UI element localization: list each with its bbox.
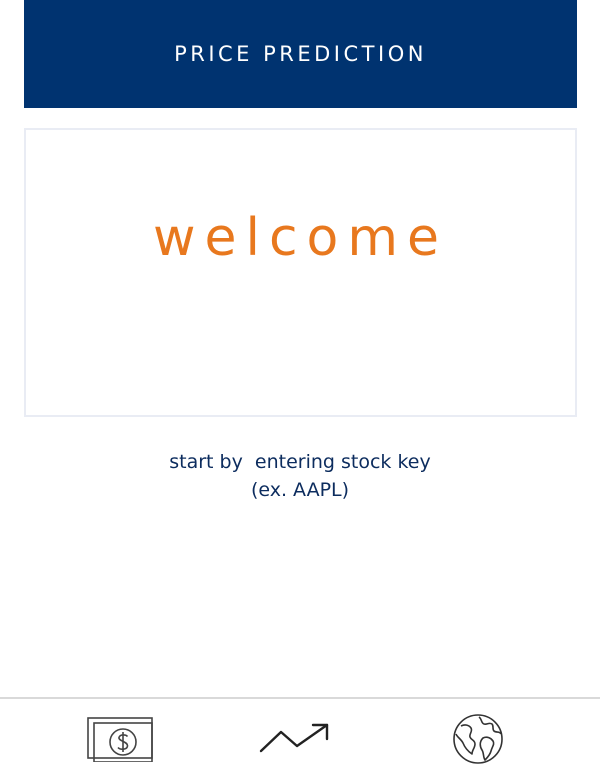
globe-icon — [453, 714, 503, 764]
app-screen: PRICE PREDICTION welcome start by enteri… — [0, 0, 600, 776]
dollar-bill-icon — [87, 717, 153, 762]
instructions-line-2: (ex. AAPL) — [250, 479, 350, 501]
tab-world[interactable] — [448, 709, 508, 769]
page-title: PRICE PREDICTION — [174, 42, 427, 66]
instructions-line-1: start by entering stock key — [169, 451, 431, 473]
app-header: PRICE PREDICTION — [24, 0, 577, 108]
instructions-text: start by entering stock key (ex. AAPL) — [0, 448, 600, 504]
tab-currency[interactable] — [82, 709, 158, 769]
trending-up-icon — [259, 723, 329, 753]
welcome-card: welcome — [24, 128, 577, 417]
bottom-tab-bar — [0, 697, 600, 776]
welcome-heading: welcome — [152, 208, 449, 268]
tab-prediction[interactable] — [254, 709, 334, 769]
